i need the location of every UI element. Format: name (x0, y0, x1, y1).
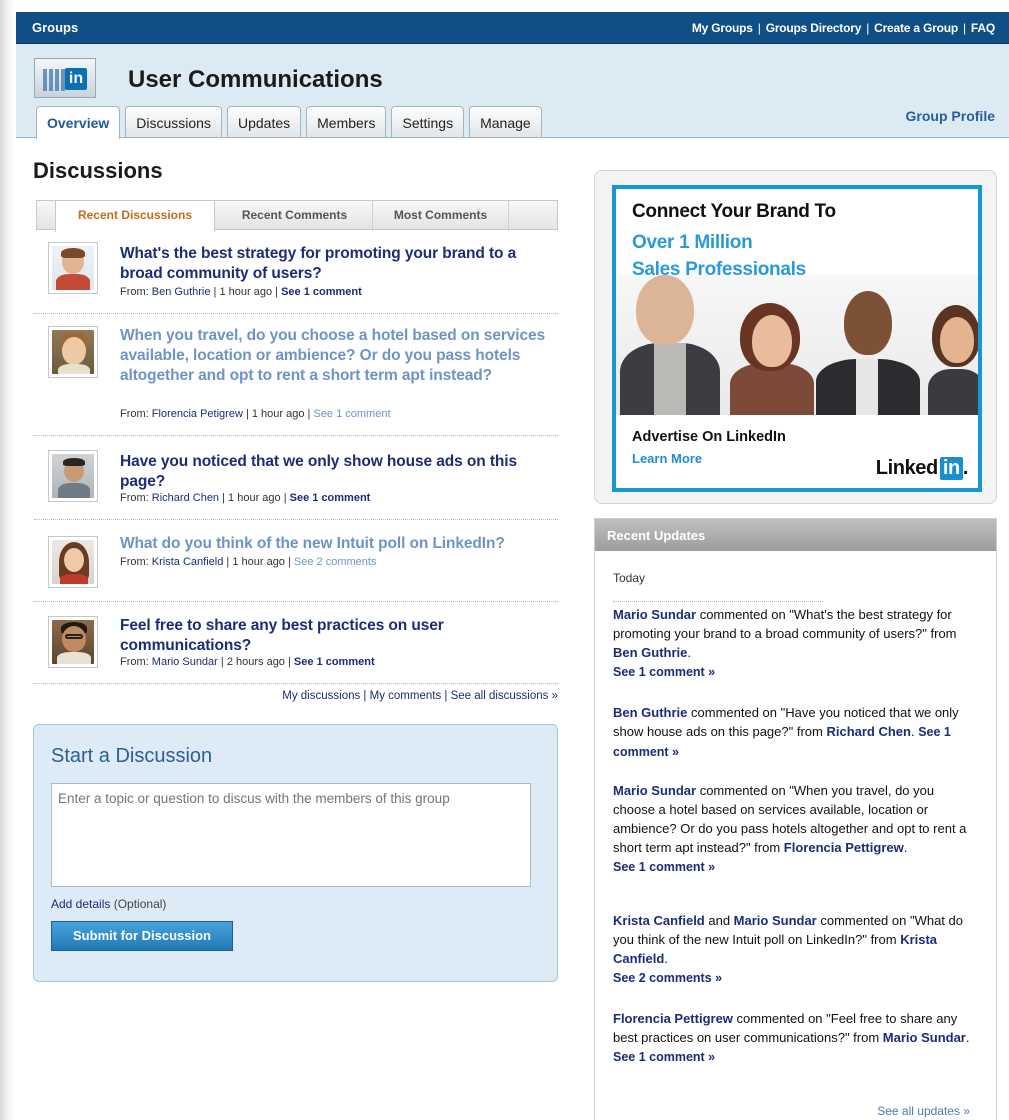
see-comments-link[interactable]: See 1 comment (290, 492, 371, 504)
update-item: Florencia Pettigrew commented on "Feel f… (613, 1011, 970, 1064)
update-item: Mario Sundar commented on "When you trav… (613, 783, 967, 874)
discussion-title-link[interactable]: Have you noticed that we only show house… (120, 452, 560, 492)
start-discussion-title: Start a Discussion (51, 745, 213, 767)
member-name-link[interactable]: Mario Sundar (613, 783, 696, 798)
member-name-link[interactable]: Richard Chen (826, 724, 911, 739)
discussion-meta: From: Mario Sundar | 2 hours ago | See 1… (120, 656, 375, 668)
topic-input[interactable] (51, 783, 531, 887)
group-tabs: Overview Discussions Updates Members Set… (36, 106, 542, 139)
submit-discussion-button[interactable]: Submit for Discussion (51, 921, 233, 951)
see-comments-link[interactable]: See 1 comment (281, 286, 362, 298)
today-label: Today (613, 571, 646, 585)
group-title: User Communications (128, 66, 383, 93)
see-comments-link[interactable]: See 1 comment (294, 656, 375, 668)
subtab-recent-discussions[interactable]: Recent Discussions (55, 201, 215, 232)
tab-discussions[interactable]: Discussions (125, 106, 222, 137)
avatar[interactable] (48, 242, 98, 294)
ad-advertise-text: Advertise On LinkedIn (632, 429, 786, 445)
see-comments-link[interactable]: See 1 comment (313, 408, 390, 420)
add-details-link[interactable]: Add details (51, 897, 110, 911)
discussion-item: Feel free to share any best practices on… (34, 602, 558, 684)
subtab-most-comments[interactable]: Most Comments (373, 201, 509, 231)
divider (613, 601, 823, 602)
discussion-item: What's the best strategy for promoting y… (34, 236, 558, 314)
my-groups-link[interactable]: My Groups (692, 21, 753, 35)
member-name-link[interactable]: Krista Canfield (613, 913, 705, 928)
ad-headline: Connect Your Brand To (632, 201, 836, 222)
update-item: Ben Guthrie commented on "Have you notic… (613, 705, 959, 759)
faq-link[interactable]: FAQ (971, 21, 995, 35)
group-logo-linkedin-icon[interactable]: in (34, 58, 96, 98)
member-name-link[interactable]: Mario Sundar (613, 607, 696, 622)
discussion-title-link[interactable]: When you travel, do you choose a hotel b… (120, 326, 560, 386)
discussion-meta: From: Ben Guthrie | 1 hour ago | See 1 c… (120, 286, 362, 298)
member-name-link[interactable]: Mario Sundar (883, 1030, 966, 1045)
ad-photo (616, 275, 978, 415)
tab-manage[interactable]: Manage (469, 106, 542, 137)
author-link[interactable]: Richard Chen (152, 492, 219, 504)
author-link[interactable]: Krista Canfield (152, 556, 224, 568)
group-profile-link[interactable]: Group Profile (906, 108, 995, 124)
see-all-updates-link[interactable]: See all updates » (877, 1104, 970, 1118)
create-group-link[interactable]: Create a Group (874, 21, 958, 35)
add-details: Add details (Optional) (51, 897, 167, 911)
member-name-link[interactable]: Ben Guthrie (613, 645, 687, 660)
discussion-subtabs: Recent Discussions Recent Comments Most … (36, 200, 558, 232)
subtab-recent-comments[interactable]: Recent Comments (217, 201, 373, 231)
avatar[interactable] (48, 616, 98, 668)
avatar[interactable] (48, 450, 98, 502)
member-name-link[interactable]: Florencia Pettigrew (613, 1011, 733, 1026)
top-nav-bar: Groups My Groups | Groups Directory | Create… (16, 12, 1009, 44)
window-edge (0, 0, 14, 1120)
see-all-discussions-link[interactable]: See all discussions » (451, 690, 558, 702)
recent-updates-header: Recent Updates (595, 519, 996, 551)
discussion-meta: From: Krista Canfield | 1 hour ago | See… (120, 556, 377, 568)
tab-updates[interactable]: Updates (226, 106, 302, 137)
discussion-title-link[interactable]: Feel free to share any best practices on… (120, 616, 560, 656)
see-comments-link[interactable]: See 2 comments » (613, 971, 722, 985)
group-header: in User Communications Group Profile Ove… (16, 44, 1009, 139)
discussion-title-link[interactable]: What do you think of the new Intuit poll… (120, 534, 560, 554)
ad-learn-more-link[interactable]: Learn More (632, 451, 702, 466)
my-discussions-link[interactable]: My discussions (282, 690, 360, 702)
author-link[interactable]: Mario Sundar (152, 656, 218, 668)
groups-directory-link[interactable]: Groups Directory (766, 21, 862, 35)
linkedin-ad[interactable]: Connect Your Brand To Over 1 Million Sal… (612, 185, 982, 492)
tab-members[interactable]: Members (306, 106, 387, 137)
discussion-item: What do you think of the new Intuit poll… (34, 520, 558, 602)
start-discussion-panel: Start a Discussion Add details (Optional… (33, 724, 558, 982)
tab-overview[interactable]: Overview (36, 106, 121, 139)
linkedin-logo-icon: Linked in. (875, 457, 968, 480)
see-comments-link[interactable]: See 1 comment » (613, 1050, 715, 1064)
discussion-meta: From: Florencia Petigrew | 1 hour ago | … (120, 408, 391, 420)
update-item: Krista Canfield and Mario Sundar comment… (613, 913, 963, 985)
member-name-link[interactable]: Mario Sundar (734, 913, 817, 928)
update-item: Mario Sundar commented on "What's the be… (613, 607, 957, 679)
my-comments-link[interactable]: My comments (370, 690, 442, 702)
tab-settings[interactable]: Settings (391, 106, 465, 137)
discussion-title-link[interactable]: What's the best strategy for promoting y… (120, 244, 560, 284)
member-name-link[interactable]: Ben Guthrie (613, 705, 687, 720)
discussion-footer-links: My discussions | My comments | See all d… (282, 690, 558, 702)
discussion-meta: From: Richard Chen | 1 hour ago | See 1 … (120, 492, 371, 504)
author-link[interactable]: Ben Guthrie (152, 286, 211, 298)
ad-panel: Connect Your Brand To Over 1 Million Sal… (594, 170, 997, 504)
avatar[interactable] (48, 536, 98, 588)
author-link[interactable]: Florencia Petigrew (152, 408, 243, 420)
see-comments-link[interactable]: See 1 comment » (613, 860, 715, 874)
groups-home-link[interactable]: Groups (32, 20, 78, 35)
discussion-item: When you travel, do you choose a hotel b… (34, 314, 558, 436)
avatar[interactable] (48, 326, 98, 378)
top-nav-links: My Groups | Groups Directory | Create a Grou… (691, 21, 995, 35)
member-name-link[interactable]: Florencia Pettigrew (784, 840, 904, 855)
discussion-item: Have you noticed that we only show house… (34, 436, 558, 520)
discussions-heading: Discussions (33, 158, 163, 183)
see-comments-link[interactable]: See 2 comments (294, 556, 377, 568)
see-comments-link[interactable]: See 1 comment » (613, 665, 715, 679)
recent-updates-panel: Recent Updates Today Mario Sundar commen… (594, 518, 997, 1120)
